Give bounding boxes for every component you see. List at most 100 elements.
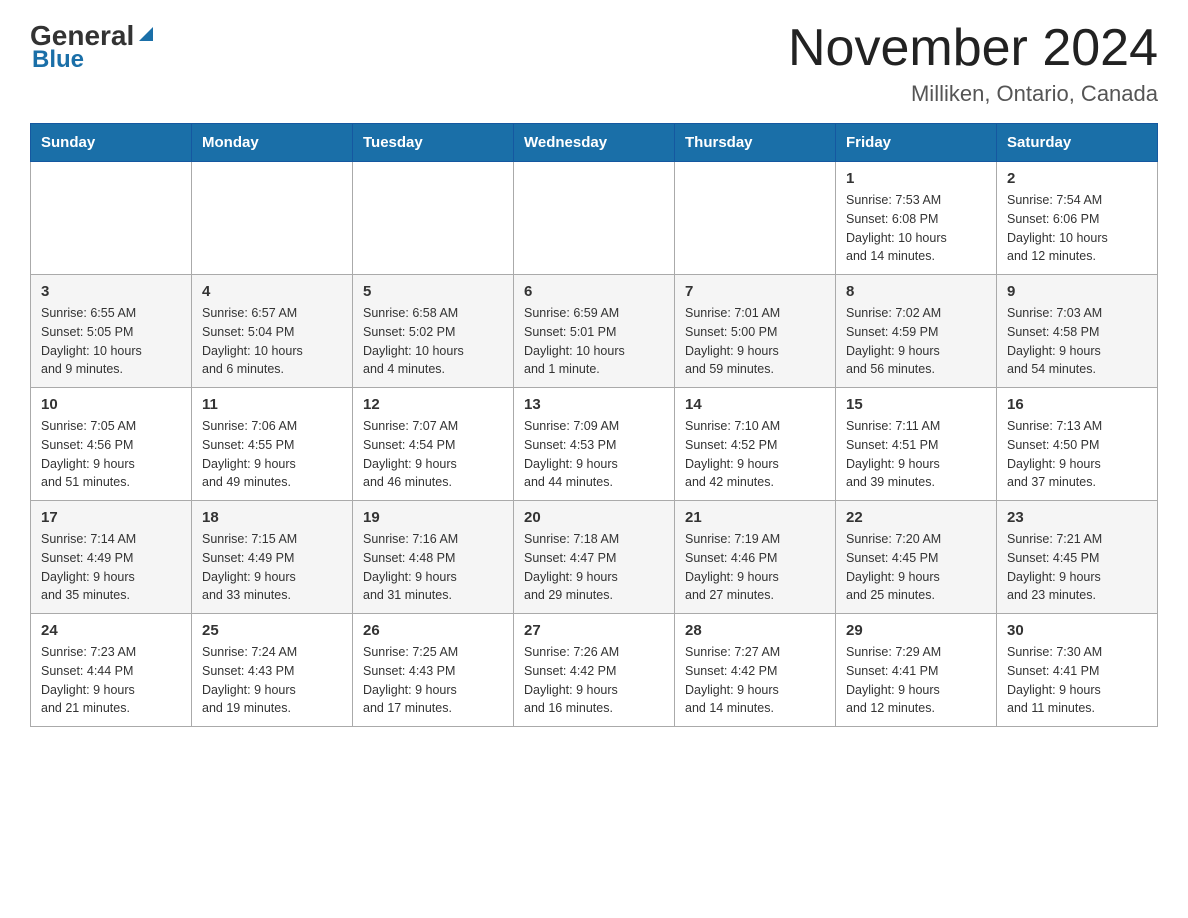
day-number: 23 <box>1007 509 1147 526</box>
day-info: Sunrise: 7:23 AM Sunset: 4:44 PM Dayligh… <box>41 643 181 718</box>
calendar-cell: 5 Sunrise: 6:58 AM Sunset: 5:02 PM Daylig… <box>353 275 514 388</box>
column-header-tuesday: Tuesday <box>353 124 514 162</box>
calendar-cell: 27Sunrise: 7:26 AM Sunset: 4:42 PM Dayli… <box>514 614 675 727</box>
day-number: 28 <box>685 622 825 639</box>
day-info: Sunrise: 7:19 AM Sunset: 4:46 PM Dayligh… <box>685 530 825 605</box>
calendar-week-row: 3Sunrise: 6:55 AM Sunset: 5:05 PM Daylig… <box>31 275 1158 388</box>
day-info: Sunrise: 7:18 AM Sunset: 4:47 PM Dayligh… <box>524 530 664 605</box>
day-info: Sunrise: 7:53 AM Sunset: 6:08 PM Dayligh… <box>846 191 986 266</box>
column-header-thursday: Thursday <box>675 124 836 162</box>
day-info: Sunrise: 7:10 AM Sunset: 4:52 PM Dayligh… <box>685 417 825 492</box>
calendar-cell: 11 Sunrise: 7:06 AM Sunset: 4:55 PM Dayli… <box>192 388 353 501</box>
day-number: 22 <box>846 509 986 526</box>
day-number: 5 <box>363 283 503 300</box>
day-info: Sunrise: 7:21 AM Sunset: 4:45 PM Dayligh… <box>1007 530 1147 605</box>
location-subtitle: Milliken, Ontario, Canada <box>788 81 1158 107</box>
calendar-cell: 8 Sunrise: 7:02 AM Sunset: 4:59 PM Daylig… <box>836 275 997 388</box>
calendar-cell: 1 Sunrise: 7:53 AM Sunset: 6:08 PM Daylig… <box>836 162 997 275</box>
day-number: 30 <box>1007 622 1147 639</box>
calendar-cell: 3Sunrise: 6:55 AM Sunset: 5:05 PM Daylig… <box>31 275 192 388</box>
calendar-cell: 22 Sunrise: 7:20 AM Sunset: 4:45 PM Dayli… <box>836 501 997 614</box>
calendar-cell: 24 Sunrise: 7:23 AM Sunset: 4:44 PM Dayli… <box>31 614 192 727</box>
day-info: Sunrise: 6:58 AM Sunset: 5:02 PM Dayligh… <box>363 304 503 379</box>
day-info: Sunrise: 7:11 AM Sunset: 4:51 PM Dayligh… <box>846 417 986 492</box>
calendar-title: November 2024 <box>788 20 1158 77</box>
calendar-cell: 9 Sunrise: 7:03 AM Sunset: 4:58 PM Daylig… <box>997 275 1158 388</box>
day-info: Sunrise: 7:06 AM Sunset: 4:55 PM Dayligh… <box>202 417 342 492</box>
calendar-week-row: 24 Sunrise: 7:23 AM Sunset: 4:44 PM Dayli… <box>31 614 1158 727</box>
logo: General Blue <box>30 20 157 74</box>
calendar-cell: 12 Sunrise: 7:07 AM Sunset: 4:54 PM Dayli… <box>353 388 514 501</box>
day-number: 20 <box>524 509 664 526</box>
calendar-cell: 30 Sunrise: 7:30 AM Sunset: 4:41 PM Dayli… <box>997 614 1158 727</box>
day-number: 14 <box>685 396 825 413</box>
calendar-cell <box>192 162 353 275</box>
day-number: 19 <box>363 509 503 526</box>
day-number: 1 <box>846 170 986 187</box>
calendar-cell: 2Sunrise: 7:54 AM Sunset: 6:06 PM Daylig… <box>997 162 1158 275</box>
day-number: 2 <box>1007 170 1147 187</box>
day-number: 18 <box>202 509 342 526</box>
calendar-cell: 6Sunrise: 6:59 AM Sunset: 5:01 PM Daylig… <box>514 275 675 388</box>
calendar-cell: 25 Sunrise: 7:24 AM Sunset: 4:43 PM Dayli… <box>192 614 353 727</box>
day-number: 7 <box>685 283 825 300</box>
calendar-cell: 29Sunrise: 7:29 AM Sunset: 4:41 PM Dayli… <box>836 614 997 727</box>
day-number: 9 <box>1007 283 1147 300</box>
day-info: Sunrise: 7:02 AM Sunset: 4:59 PM Dayligh… <box>846 304 986 379</box>
calendar-cell: 10Sunrise: 7:05 AM Sunset: 4:56 PM Dayli… <box>31 388 192 501</box>
day-info: Sunrise: 6:57 AM Sunset: 5:04 PM Dayligh… <box>202 304 342 379</box>
calendar-cell <box>514 162 675 275</box>
day-info: Sunrise: 7:01 AM Sunset: 5:00 PM Dayligh… <box>685 304 825 379</box>
title-section: November 2024 Milliken, Ontario, Canada <box>788 20 1158 107</box>
calendar-week-row: 10Sunrise: 7:05 AM Sunset: 4:56 PM Dayli… <box>31 388 1158 501</box>
day-info: Sunrise: 7:15 AM Sunset: 4:49 PM Dayligh… <box>202 530 342 605</box>
calendar-cell: 26 Sunrise: 7:25 AM Sunset: 4:43 PM Dayli… <box>353 614 514 727</box>
column-header-sunday: Sunday <box>31 124 192 162</box>
day-number: 16 <box>1007 396 1147 413</box>
column-header-friday: Friday <box>836 124 997 162</box>
calendar-cell <box>353 162 514 275</box>
calendar-cell: 7 Sunrise: 7:01 AM Sunset: 5:00 PM Daylig… <box>675 275 836 388</box>
day-info: Sunrise: 7:20 AM Sunset: 4:45 PM Dayligh… <box>846 530 986 605</box>
calendar-cell: 19 Sunrise: 7:16 AM Sunset: 4:48 PM Dayli… <box>353 501 514 614</box>
calendar-cell: 15 Sunrise: 7:11 AM Sunset: 4:51 PM Dayli… <box>836 388 997 501</box>
calendar-cell: 17Sunrise: 7:14 AM Sunset: 4:49 PM Dayli… <box>31 501 192 614</box>
calendar-cell: 16Sunrise: 7:13 AM Sunset: 4:50 PM Dayli… <box>997 388 1158 501</box>
day-info: Sunrise: 7:03 AM Sunset: 4:58 PM Dayligh… <box>1007 304 1147 379</box>
day-number: 6 <box>524 283 664 300</box>
day-info: Sunrise: 7:14 AM Sunset: 4:49 PM Dayligh… <box>41 530 181 605</box>
day-number: 29 <box>846 622 986 639</box>
calendar-week-row: 17Sunrise: 7:14 AM Sunset: 4:49 PM Dayli… <box>31 501 1158 614</box>
calendar-cell: 20 Sunrise: 7:18 AM Sunset: 4:47 PM Dayli… <box>514 501 675 614</box>
day-number: 21 <box>685 509 825 526</box>
day-number: 12 <box>363 396 503 413</box>
day-number: 26 <box>363 622 503 639</box>
day-number: 25 <box>202 622 342 639</box>
day-number: 4 <box>202 283 342 300</box>
page-header: General Blue November 2024 Milliken, Ont… <box>30 20 1158 107</box>
column-header-monday: Monday <box>192 124 353 162</box>
calendar-cell: 13Sunrise: 7:09 AM Sunset: 4:53 PM Dayli… <box>514 388 675 501</box>
day-info: Sunrise: 7:30 AM Sunset: 4:41 PM Dayligh… <box>1007 643 1147 718</box>
calendar-cell <box>675 162 836 275</box>
calendar-cell: 21 Sunrise: 7:19 AM Sunset: 4:46 PM Dayli… <box>675 501 836 614</box>
calendar-week-row: 1 Sunrise: 7:53 AM Sunset: 6:08 PM Daylig… <box>31 162 1158 275</box>
day-info: Sunrise: 7:16 AM Sunset: 4:48 PM Dayligh… <box>363 530 503 605</box>
day-number: 10 <box>41 396 181 413</box>
calendar-cell: 4 Sunrise: 6:57 AM Sunset: 5:04 PM Daylig… <box>192 275 353 388</box>
day-number: 15 <box>846 396 986 413</box>
logo-triangle-icon <box>135 23 157 45</box>
day-info: Sunrise: 7:27 AM Sunset: 4:42 PM Dayligh… <box>685 643 825 718</box>
day-number: 24 <box>41 622 181 639</box>
day-number: 11 <box>202 396 342 413</box>
day-number: 8 <box>846 283 986 300</box>
day-number: 3 <box>41 283 181 300</box>
column-header-wednesday: Wednesday <box>514 124 675 162</box>
day-info: Sunrise: 7:09 AM Sunset: 4:53 PM Dayligh… <box>524 417 664 492</box>
day-info: Sunrise: 7:24 AM Sunset: 4:43 PM Dayligh… <box>202 643 342 718</box>
calendar-cell: 23 Sunrise: 7:21 AM Sunset: 4:45 PM Dayli… <box>997 501 1158 614</box>
calendar-header-row: SundayMondayTuesdayWednesdayThursdayFrid… <box>31 124 1158 162</box>
day-info: Sunrise: 7:25 AM Sunset: 4:43 PM Dayligh… <box>363 643 503 718</box>
day-info: Sunrise: 7:26 AM Sunset: 4:42 PM Dayligh… <box>524 643 664 718</box>
day-info: Sunrise: 7:07 AM Sunset: 4:54 PM Dayligh… <box>363 417 503 492</box>
